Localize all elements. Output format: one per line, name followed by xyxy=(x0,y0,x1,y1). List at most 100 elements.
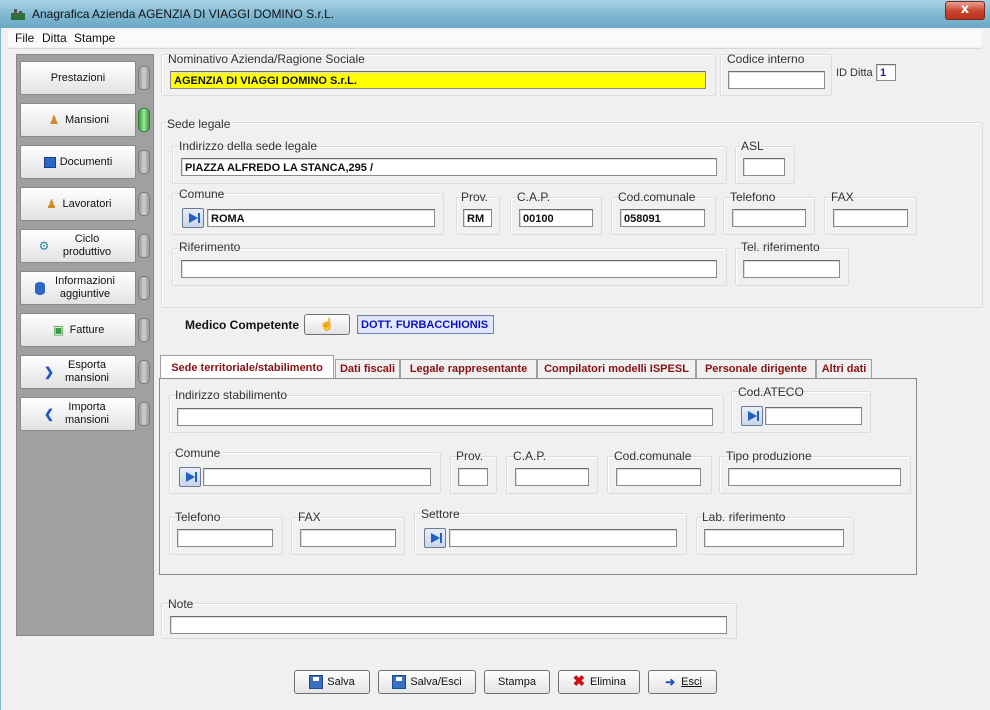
medico-field: DOTT. FURBACCHIONIS xyxy=(357,315,494,334)
codice-interno-field[interactable] xyxy=(728,71,825,89)
nav-ciclo-produttivo-button[interactable]: ⚙ Ciclo produttivo xyxy=(20,229,136,263)
nav-mansioni-button[interactable]: ♟ Mansioni xyxy=(20,103,136,137)
comune-stab-field[interactable] xyxy=(203,468,431,486)
nav-status-led xyxy=(138,66,150,90)
cap-stab-field[interactable] xyxy=(515,468,589,486)
window-title: Anagrafica Azienda AGENZIA DI VIAGGI DOM… xyxy=(32,7,335,21)
save-icon xyxy=(392,675,407,689)
nav-label: Informazioni aggiuntive xyxy=(55,275,115,300)
comune-stab-picker-button[interactable] xyxy=(179,467,201,487)
fax-legale-field[interactable] xyxy=(833,209,908,227)
note-label: Note xyxy=(168,597,194,611)
nav-status-led xyxy=(138,318,150,342)
codcom-legale-field[interactable]: 058091 xyxy=(620,209,705,227)
menu-stampe[interactable]: Stampe xyxy=(74,31,115,45)
medico-select-button[interactable]: ☝ xyxy=(304,314,350,335)
nav-prestazioni-button[interactable]: Prestazioni xyxy=(20,61,136,95)
indirizzo-legale-field[interactable]: PIAZZA ALFREDO LA STANCA,295 / xyxy=(181,158,717,176)
app-icon xyxy=(11,9,25,20)
arrow-right-icon: ❯ xyxy=(43,365,55,379)
asl-field[interactable] xyxy=(743,158,785,176)
tab-compilatori-ispesl[interactable]: Compilatori modelli ISPESL xyxy=(537,359,696,378)
nav-status-led xyxy=(138,276,150,300)
tel-riferimento-label: Tel. riferimento xyxy=(741,240,820,254)
nav-informazioni-button[interactable]: Informazioni aggiuntive xyxy=(20,271,136,305)
money-icon: ▣ xyxy=(52,323,65,337)
nav-status-led xyxy=(138,360,150,384)
nav-importa-button[interactable]: ❮ Importa mansioni xyxy=(20,397,136,431)
riferimento-field[interactable] xyxy=(181,260,717,278)
cap-legale-field[interactable]: 00100 xyxy=(519,209,593,227)
tab-personale-dirigente[interactable]: Personale dirigente xyxy=(696,359,816,378)
comune-stab-label: Comune xyxy=(175,446,221,460)
telefono-stab-field[interactable] xyxy=(177,529,273,547)
nav-label: Prestazioni xyxy=(50,71,106,84)
nav-documenti-button[interactable]: Documenti xyxy=(20,145,136,179)
elimina-label: Elimina xyxy=(589,676,627,688)
tipo-produzione-field[interactable] xyxy=(728,468,901,486)
tab-dati-fiscali[interactable]: Dati fiscali xyxy=(335,359,400,378)
telefono-legale-label: Telefono xyxy=(730,190,776,204)
codcom-stab-field[interactable] xyxy=(616,468,701,486)
stampa-label: Stampa xyxy=(498,676,536,688)
nav-label: Documenti xyxy=(59,155,113,168)
nav-fatture-button[interactable]: ▣ Fatture xyxy=(20,313,136,347)
tab-altri-dati[interactable]: Altri dati xyxy=(816,359,872,378)
stampa-button[interactable]: Stampa xyxy=(484,670,550,694)
esci-button[interactable]: ➜ Esci xyxy=(648,670,717,694)
menu-bar: File Ditta Stampe xyxy=(8,30,982,47)
medico-label: Medico Competente xyxy=(185,318,300,332)
tab-sede-territoriale[interactable]: Sede territoriale/stabilimento xyxy=(160,355,334,379)
salva-button[interactable]: Salva xyxy=(294,670,370,694)
codcom-legale-label: Cod.comunale xyxy=(618,190,696,204)
gears-icon: ⚙ xyxy=(38,239,50,253)
menu-ditta[interactable]: Ditta xyxy=(42,31,67,45)
worker-icon: ♟ xyxy=(46,197,57,211)
ragione-sociale-label: Nominativo Azienda/Ragione Sociale xyxy=(168,52,365,66)
fax-stab-field[interactable] xyxy=(300,529,396,547)
tab-legale-rappresentante[interactable]: Legale rappresentante xyxy=(400,359,537,378)
note-field[interactable] xyxy=(170,616,727,634)
cap-stab-label: C.A.P. xyxy=(513,449,547,463)
tel-riferimento-field[interactable] xyxy=(743,260,840,278)
ateco-field[interactable] xyxy=(765,407,862,425)
fax-stab-label: FAX xyxy=(298,510,321,524)
sede-legale-title: Sede legale xyxy=(167,117,231,131)
telefono-legale-field[interactable] xyxy=(732,209,806,227)
delete-icon: ✖ xyxy=(572,673,586,690)
comune-legale-picker-button[interactable] xyxy=(182,208,204,228)
cap-legale-label: C.A.P. xyxy=(517,190,551,204)
close-button[interactable]: x xyxy=(945,1,985,20)
salva-esci-label: Salva/Esci xyxy=(410,676,462,688)
ragione-sociale-field[interactable]: AGENZIA DI VIAGGI DOMINO S.r.L. xyxy=(170,71,706,89)
nav-status-led xyxy=(138,402,150,426)
id-ditta-field: 1 xyxy=(876,64,896,81)
nav-label: Fatture xyxy=(69,323,105,336)
menu-file[interactable]: File xyxy=(15,31,34,45)
prov-legale-label: Prov. xyxy=(461,190,489,204)
nav-label: Importa mansioni xyxy=(64,401,110,426)
settore-picker-button[interactable] xyxy=(424,528,446,548)
prov-legale-field[interactable]: RM xyxy=(463,209,492,227)
asl-label: ASL xyxy=(741,139,764,153)
nav-label: Esporta mansioni xyxy=(64,359,110,384)
ateco-label: Cod.ATECO xyxy=(738,385,804,399)
telefono-stab-label: Telefono xyxy=(175,510,221,524)
nav-esporta-button[interactable]: ❯ Esporta mansioni xyxy=(20,355,136,389)
nav-status-led xyxy=(138,192,150,216)
salva-esci-button[interactable]: Salva/Esci xyxy=(378,670,476,694)
worker-icon: ♟ xyxy=(48,113,60,127)
nav-status-led-active xyxy=(138,108,150,132)
nav-status-led xyxy=(138,150,150,174)
nav-label: Ciclo produttivo xyxy=(62,233,112,258)
comune-legale-field[interactable]: ROMA xyxy=(207,209,435,227)
nav-lavoratori-button[interactable]: ♟ Lavoratori xyxy=(20,187,136,221)
lab-riferimento-field[interactable] xyxy=(704,529,844,547)
prov-stab-field[interactable] xyxy=(458,468,488,486)
indirizzo-legale-label: Indirizzo della sede legale xyxy=(179,139,318,153)
ateco-picker-button[interactable] xyxy=(741,406,763,426)
lab-riferimento-label: Lab. riferimento xyxy=(702,510,786,524)
settore-field[interactable] xyxy=(449,529,677,547)
elimina-button[interactable]: ✖ Elimina xyxy=(558,670,640,694)
indirizzo-stab-field[interactable] xyxy=(177,408,713,426)
